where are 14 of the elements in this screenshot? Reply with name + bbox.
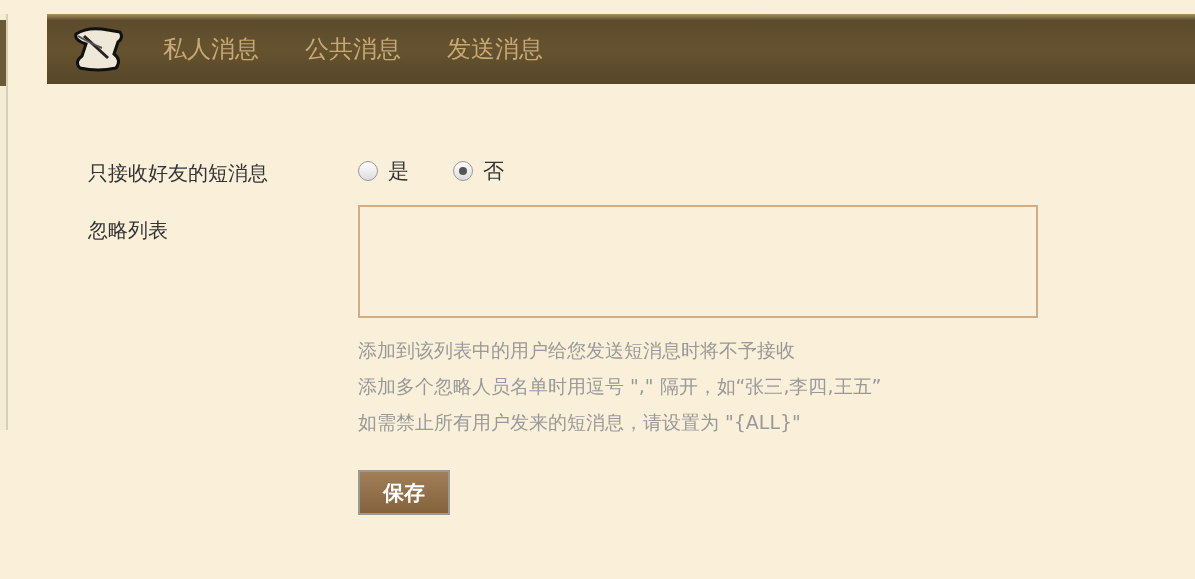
radio-button[interactable] (358, 160, 378, 181)
radio-label[interactable]: 是 (388, 156, 409, 185)
radio-button[interactable] (453, 160, 473, 181)
hint-text: 添加到该列表中的用户给您发送短消息时将不予接收 (358, 338, 796, 363)
nav-tab[interactable]: 公共消息 (305, 33, 401, 65)
field-label: 忽略列表 (88, 217, 169, 244)
nav-tab[interactable]: 私人消息 (163, 33, 259, 65)
radio-label[interactable]: 否 (483, 156, 504, 185)
hint-text: 如需禁止所有用户发来的短消息，请设置为 "{ALL}" (358, 410, 802, 435)
ignore-list-field[interactable] (358, 205, 1038, 318)
field-label: 只接收好友的短消息 (88, 160, 269, 187)
nav-tab[interactable]: 发送消息 (447, 33, 543, 65)
hint-text: 添加多个忽略人员名单时用逗号 "," 隔开，如“张三,李四,王五” (358, 374, 883, 399)
save-button[interactable]: 保存 (358, 470, 450, 515)
